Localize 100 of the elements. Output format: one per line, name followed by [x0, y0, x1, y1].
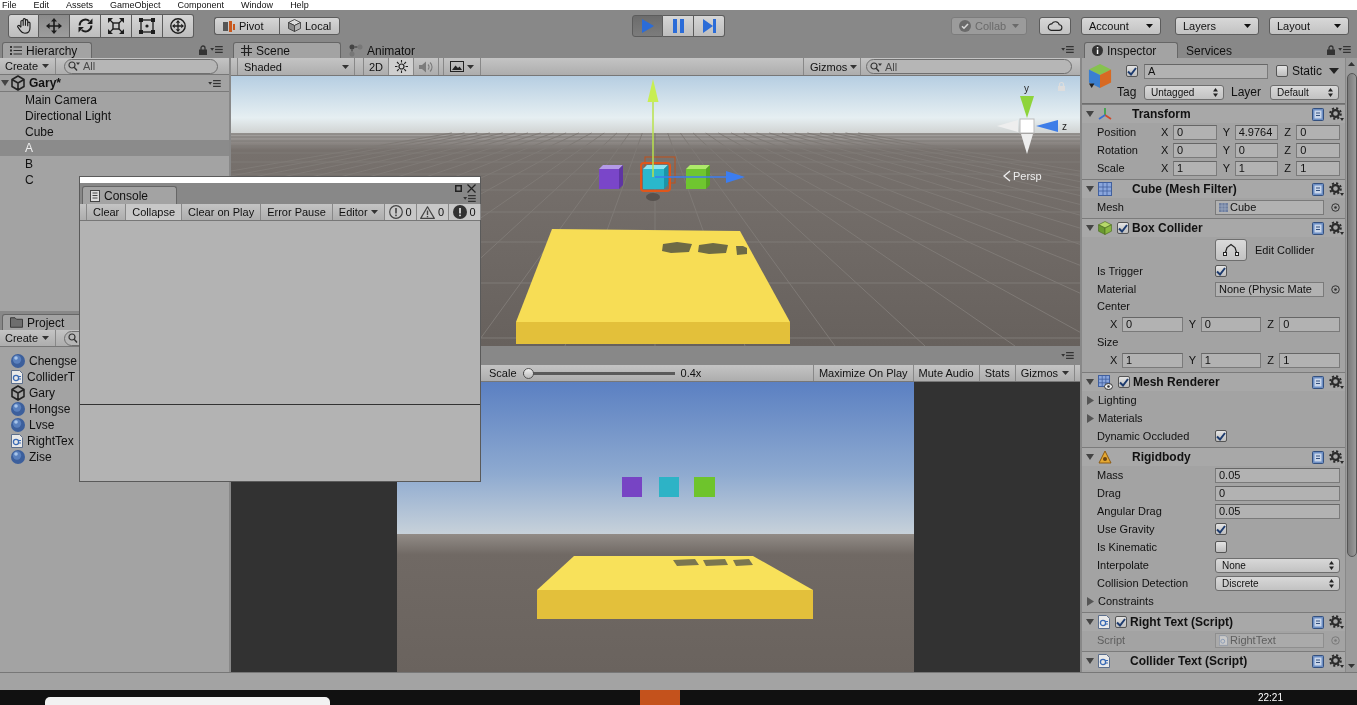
number-field[interactable]: 0	[1279, 316, 1340, 332]
gear-icon[interactable]	[1329, 615, 1344, 629]
toggle-button[interactable]: Stats	[978, 365, 1015, 381]
target-icon[interactable]	[1331, 284, 1340, 294]
menu-item[interactable]: Edit	[33, 0, 50, 10]
down-arrow-icon[interactable]	[1348, 664, 1355, 668]
menu-item[interactable]: Window	[241, 0, 274, 10]
create-dropdown[interactable]: Create	[0, 330, 57, 346]
number-field[interactable]: 0	[1200, 316, 1262, 332]
checkbox[interactable]	[1118, 376, 1130, 388]
scrollbar[interactable]	[1345, 58, 1357, 672]
component-header[interactable]: Cube (Mesh Filter)	[1082, 179, 1345, 198]
platform[interactable]	[516, 229, 790, 344]
target-icon[interactable]	[1331, 202, 1340, 212]
number-field[interactable]: 1	[1234, 160, 1279, 176]
disclosure-triangle-icon[interactable]	[1086, 111, 1094, 117]
number-field[interactable]: 0	[1234, 142, 1279, 158]
chevron-icon[interactable]	[1003, 170, 1011, 182]
editor-dropdown[interactable]: Editor	[332, 204, 385, 220]
tab[interactable]: Scene	[233, 42, 341, 58]
menu-item[interactable]: Assets	[66, 0, 94, 10]
scrollbar-thumb[interactable]	[1346, 73, 1357, 557]
lighting-toggle-button[interactable]	[389, 58, 414, 75]
up-arrow-icon[interactable]	[1348, 62, 1355, 66]
orientation-gizmo[interactable]	[997, 96, 1058, 154]
disclosure-triangle-icon[interactable]	[1087, 413, 1094, 423]
tab[interactable]: Services	[1178, 42, 1240, 58]
disclosure-triangle-icon[interactable]	[1086, 619, 1094, 625]
menu-icon[interactable]	[1061, 46, 1074, 53]
handle-toggle-button[interactable]: Local	[279, 16, 340, 35]
app-tile[interactable]	[640, 690, 680, 705]
checkbox[interactable]	[1215, 430, 1227, 442]
dropdown-button[interactable]: Gizmos	[1014, 365, 1075, 381]
number-field[interactable]: 0	[1122, 316, 1183, 332]
tab[interactable]: Console	[82, 186, 177, 204]
checkbox[interactable]	[1126, 65, 1138, 77]
toolbar-button[interactable]: Collapse	[126, 204, 183, 220]
menu-icon[interactable]	[208, 79, 221, 87]
foldout-label[interactable]: Materials	[1098, 412, 1143, 424]
tool-button[interactable]	[8, 13, 39, 38]
playback-button[interactable]	[663, 14, 694, 37]
toolbar-button[interactable]: Clear on Play	[182, 204, 262, 220]
asset-item[interactable]: RightTex	[0, 433, 229, 449]
slider-thumb[interactable]	[522, 367, 534, 379]
log-filter-button[interactable]: 0	[448, 204, 481, 220]
gizmos-dropdown[interactable]: Gizmos	[803, 58, 861, 75]
layout-dropdown[interactable]: Layout	[1269, 16, 1349, 35]
gear-icon[interactable]	[1329, 654, 1344, 668]
dropdown[interactable]: Discrete	[1215, 575, 1340, 591]
projection-label[interactable]: Persp	[1013, 170, 1042, 182]
asset-item[interactable]: Chengse	[0, 353, 229, 369]
menu-item[interactable]: File	[2, 0, 17, 10]
layers-dropdown[interactable]: Layers	[1175, 16, 1259, 35]
menu-item[interactable]: Help	[290, 0, 309, 10]
dropdown[interactable]: None	[1215, 557, 1340, 573]
number-field[interactable]: 0	[1296, 124, 1340, 140]
book-icon[interactable]	[1312, 221, 1324, 235]
cube-icon[interactable]	[1088, 63, 1112, 89]
foldout-label[interactable]: Lighting	[1098, 394, 1137, 406]
checkbox[interactable]	[1215, 523, 1227, 535]
scene-header[interactable]: Gary*	[0, 75, 229, 92]
number-field[interactable]: 0.05	[1215, 467, 1340, 483]
book-icon[interactable]	[1312, 107, 1324, 121]
search-field[interactable]: All	[64, 58, 219, 74]
book-icon[interactable]	[1312, 375, 1324, 389]
component-header[interactable]: Mesh Renderer	[1082, 372, 1345, 391]
checkbox[interactable]	[1117, 222, 1129, 234]
toggle-button[interactable]: Mute Audio	[912, 365, 979, 381]
menu-icon[interactable]	[1338, 46, 1351, 53]
tab[interactable]: Hierarchy	[2, 42, 92, 58]
number-field[interactable]: 0	[1173, 142, 1217, 158]
cube[interactable]	[686, 165, 710, 189]
book-icon[interactable]	[1312, 615, 1324, 629]
number-field[interactable]: 1	[1173, 160, 1217, 176]
close-icon[interactable]	[467, 184, 476, 193]
disclosure-triangle-icon[interactable]	[1087, 596, 1094, 606]
hierarchy-item[interactable]: Cube	[0, 124, 229, 140]
gear-icon[interactable]	[1329, 107, 1344, 121]
toolbar-button[interactable]: Error Pause	[261, 204, 333, 220]
tag-dropdown[interactable]: Untagged	[1144, 84, 1224, 100]
disclosure-triangle-icon[interactable]	[1086, 454, 1094, 460]
number-field[interactable]: 4.9764	[1234, 124, 1279, 140]
effects-dropdown[interactable]	[443, 58, 481, 75]
number-field[interactable]: 1	[1122, 352, 1183, 368]
gear-icon[interactable]	[1329, 450, 1344, 464]
disclosure-triangle-icon[interactable]	[1086, 225, 1094, 231]
component-header[interactable]: Rigidbody	[1082, 447, 1345, 466]
disclosure-triangle-icon[interactable]	[1086, 186, 1094, 192]
cloud-button[interactable]	[1039, 16, 1071, 35]
tool-button[interactable]	[39, 13, 70, 38]
tool-button[interactable]	[132, 13, 163, 38]
object-field[interactable]: None (Physic Mate	[1215, 281, 1324, 297]
checkbox[interactable]	[1215, 541, 1227, 553]
object-field[interactable]: Cube	[1215, 199, 1324, 215]
gear-icon[interactable]	[1329, 375, 1344, 389]
number-field[interactable]: 1	[1200, 352, 1262, 368]
number-field[interactable]: 1	[1279, 352, 1340, 368]
tool-button[interactable]	[101, 13, 132, 38]
maximize-icon[interactable]	[455, 185, 462, 192]
taskbar-search-field[interactable]	[45, 697, 330, 705]
